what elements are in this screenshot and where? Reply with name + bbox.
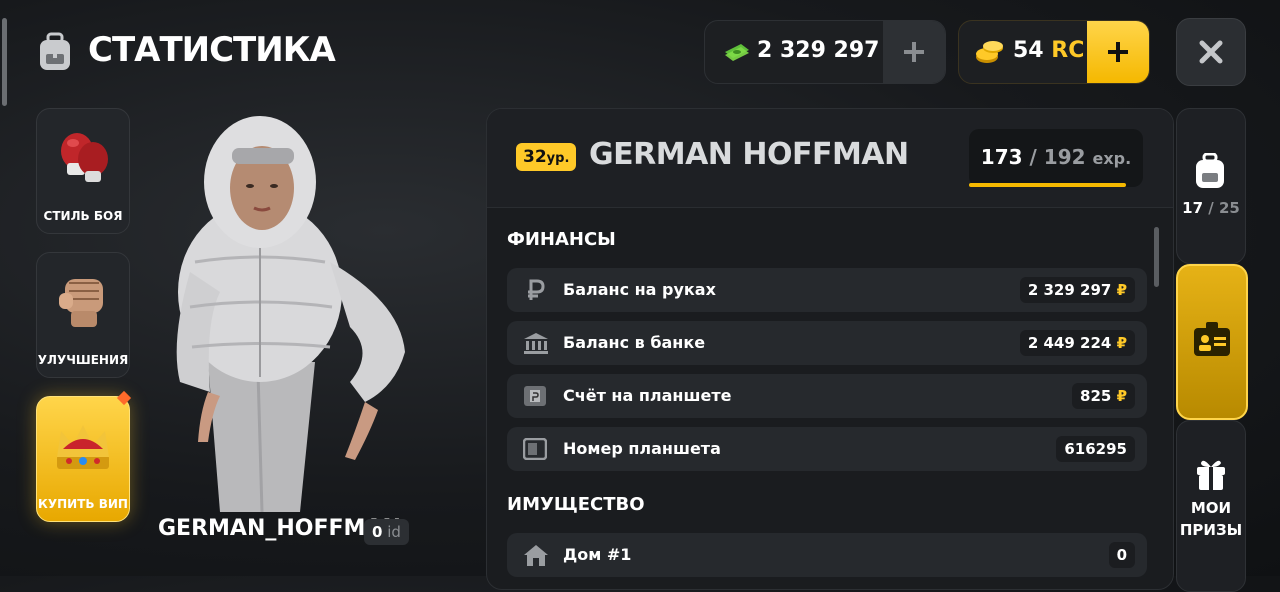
fight-style-button[interactable]: СТИЛЬ БОЯ [36, 108, 130, 234]
buy-vip-button[interactable]: КУПИТЬ ВИП [36, 390, 132, 522]
finance-row-cash: Баланс на руках 2 329 297 ₽ [507, 268, 1147, 312]
finance-row-label: Баланс в банке [563, 333, 706, 352]
finance-row-bank: Баланс в банке 2 449 224 ₽ [507, 321, 1147, 365]
money-balance[interactable]: 2 329 297 ₽ [704, 20, 946, 84]
page-title: СТАТИСТИКА [88, 30, 336, 70]
finance-row-label: Номер планшета [563, 439, 721, 458]
stats-panel: 32ур. GERMAN HOFFMAN 173 / 192 exp. ФИНА… [486, 108, 1174, 590]
fist-icon [55, 269, 113, 335]
level-suffix: ур. [546, 151, 570, 166]
tab-my-prizes[interactable]: МОИ ПРИЗЫ [1176, 420, 1246, 592]
character-id-label: id [387, 523, 401, 541]
finance-row-label: Баланс на руках [563, 280, 716, 299]
finance-row-value: 2 329 297 ₽ [1019, 277, 1135, 303]
property-section-title: ИМУЩЕСТВО [507, 494, 645, 515]
inventory-current: 17 [1182, 199, 1204, 217]
property-row-label: Дом #1 [563, 545, 632, 564]
tablet-account-icon [523, 385, 547, 407]
tablet-icon [522, 437, 548, 461]
rc-currency: RC [1051, 38, 1085, 63]
buy-vip-label: КУПИТЬ ВИП [38, 497, 128, 511]
character-id-value: 0 [372, 523, 383, 541]
character-model [150, 112, 420, 513]
plus-icon [904, 42, 924, 62]
rc-balance[interactable]: 54 RC [958, 20, 1150, 84]
bank-icon [523, 332, 548, 354]
close-icon [1199, 40, 1223, 64]
prizes-label-line2: ПРИЗЫ [1179, 521, 1243, 539]
profile-header: 32ур. GERMAN HOFFMAN 173 / 192 exp. [487, 109, 1173, 208]
plus-icon [1108, 42, 1128, 62]
inventory-max: 25 [1218, 199, 1240, 217]
experience-box: 173 / 192 exp. [969, 129, 1143, 187]
finance-row-tablet-number: Номер планшета 616295 [507, 427, 1147, 471]
finance-row-value: 2 449 224 ₽ [1019, 330, 1135, 356]
player-name: GERMAN HOFFMAN [589, 137, 909, 172]
backpack-icon [36, 32, 74, 72]
diamond-badge-icon [115, 389, 133, 411]
level-badge: 32ур. [516, 143, 577, 171]
house-icon [523, 544, 548, 566]
exp-unit: exp. [1092, 149, 1132, 168]
crown-icon [51, 419, 115, 479]
exp-current: 173 [980, 145, 1023, 169]
close-button[interactable] [1176, 18, 1246, 86]
upgrades-label: УЛУЧШЕНИЯ [37, 353, 129, 367]
scrollbar[interactable] [1154, 227, 1159, 287]
gift-icon [1195, 457, 1227, 495]
ruble-icon [523, 279, 547, 301]
exp-max: 192 [1043, 145, 1086, 169]
level-value: 32 [523, 147, 547, 167]
fight-style-label: СТИЛЬ БОЯ [43, 209, 123, 223]
gold-coins-icon [975, 39, 1005, 69]
money-value: 2 329 297 [757, 38, 880, 63]
tab-statistics[interactable] [1176, 264, 1248, 420]
finance-row-value: 825 ₽ [1072, 383, 1135, 409]
boxing-gloves-icon [55, 127, 113, 191]
property-row-house: Дом #1 0 [507, 533, 1147, 577]
character-id-badge: 0 id [364, 519, 409, 545]
experience-progress-bar [969, 183, 1126, 187]
left-edge-indicator [2, 18, 7, 106]
rc-value: 54 [1013, 38, 1044, 63]
finance-row-tablet-account: Счёт на планшете 825 ₽ [507, 374, 1147, 418]
backpack-icon [1193, 152, 1227, 193]
property-row-value: 0 [1108, 542, 1135, 568]
tab-inventory[interactable]: 17 / 25 [1176, 108, 1246, 264]
prizes-label-line1: МОИ [1190, 499, 1232, 517]
upgrades-button[interactable]: УЛУЧШЕНИЯ [36, 252, 130, 378]
finance-row-label: Счёт на планшете [563, 386, 732, 405]
finance-row-value: 616295 [1056, 436, 1135, 462]
id-card-icon [1192, 322, 1232, 362]
add-money-button[interactable] [883, 21, 945, 83]
cash-icon [723, 40, 751, 66]
finances-section-title: ФИНАНСЫ [507, 229, 616, 250]
add-rc-button[interactable] [1087, 21, 1149, 83]
